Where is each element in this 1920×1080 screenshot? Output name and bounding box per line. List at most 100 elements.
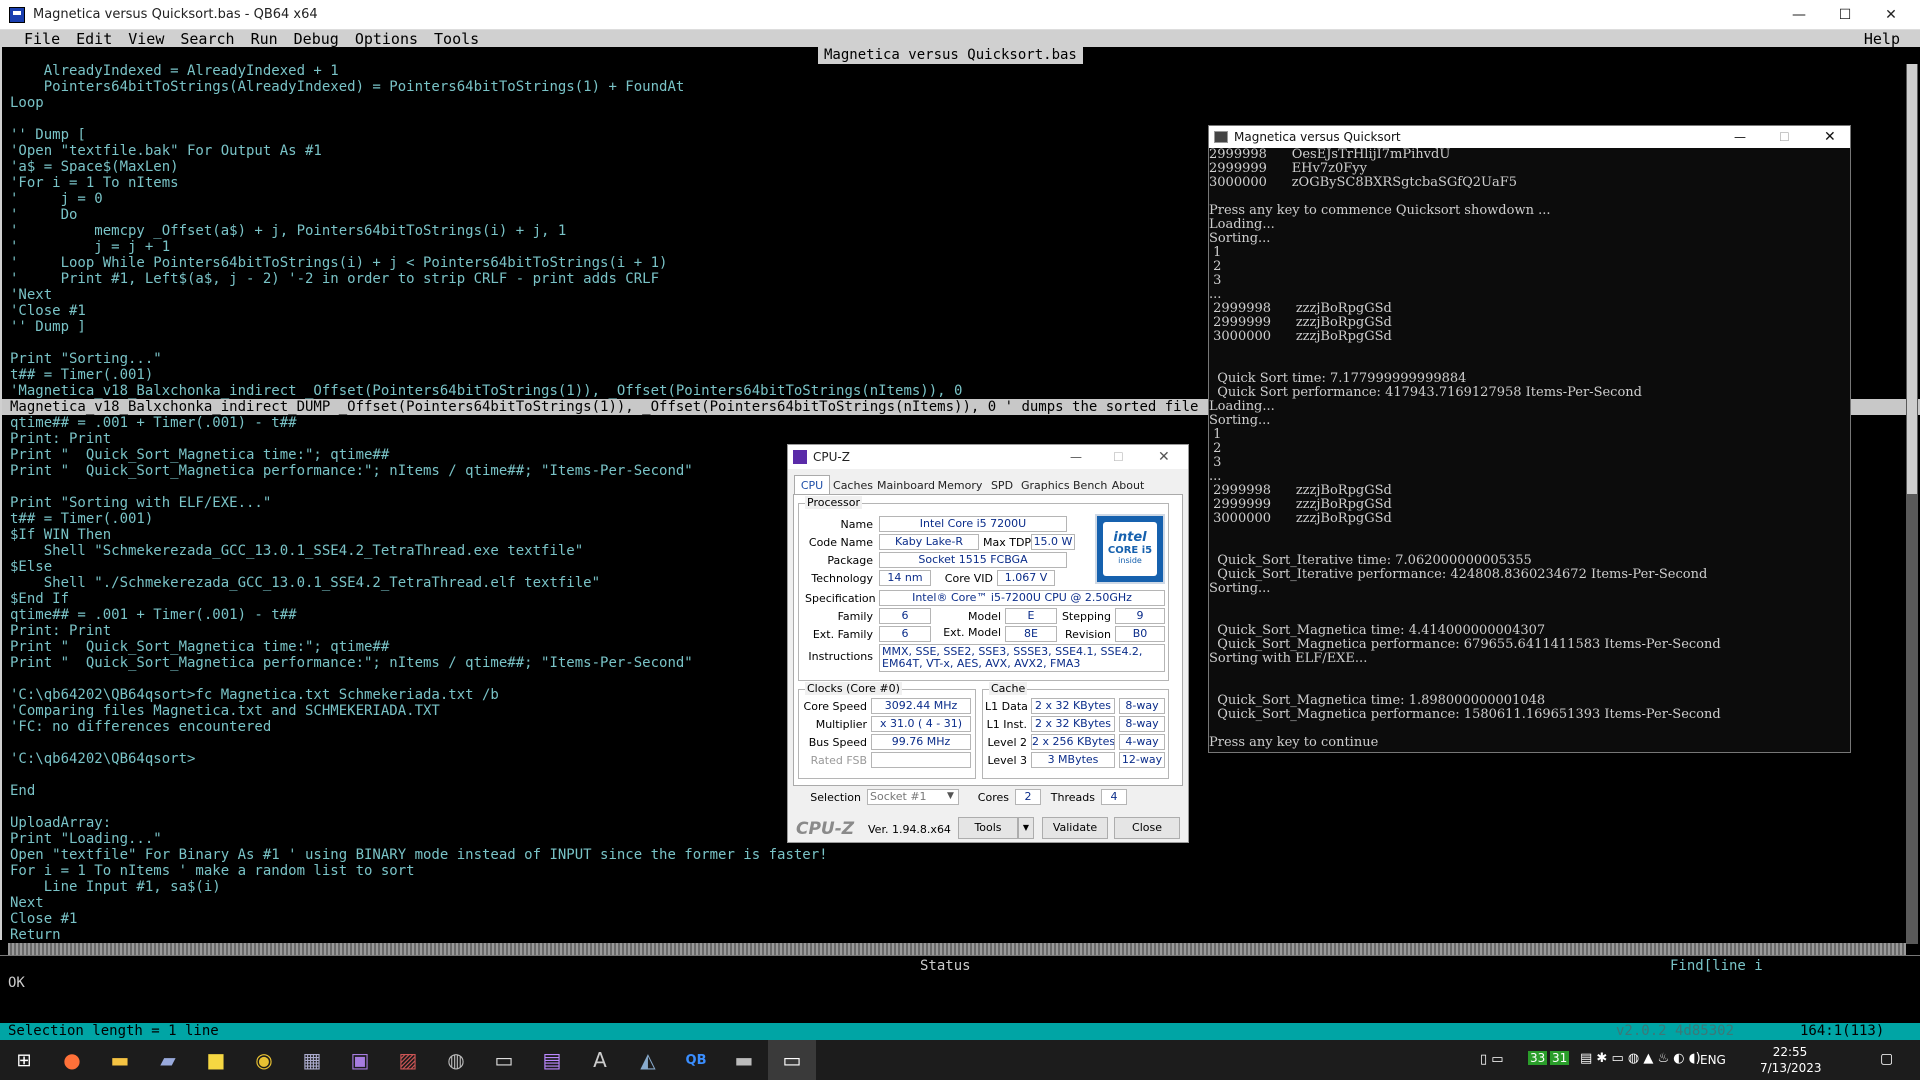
find-field[interactable]: Find[line i	[1670, 958, 1763, 974]
tray-counter-2[interactable]: 31	[1550, 1051, 1570, 1065]
code-line[interactable]: 'Comparing files Magnetica.txt and SCHME…	[10, 703, 440, 719]
code-line[interactable]: ' j = j + 1	[10, 239, 170, 255]
notification-icon[interactable]: ▢	[1880, 1051, 1893, 1067]
code-line[interactable]: 'a$ = Space$(MaxLen)	[10, 159, 179, 175]
menu-tools[interactable]: Tools	[434, 30, 479, 48]
code-line[interactable]: Loop	[10, 95, 44, 111]
code-line[interactable]: ' j = 0	[10, 191, 103, 207]
text-tool-icon[interactable]: A	[576, 1040, 624, 1080]
code-line[interactable]: AlreadyIndexed = AlreadyIndexed + 1	[10, 63, 339, 79]
cpuz-maximize-button[interactable]: ☐	[1113, 450, 1124, 464]
code-line[interactable]: t## = Timer(.001)	[10, 511, 153, 527]
cpuz-close-button[interactable]: ✕	[1158, 449, 1170, 465]
code-line[interactable]: Print " Quick_Sort_Magnetica time:"; qti…	[10, 639, 389, 655]
code-line[interactable]: UploadArray:	[10, 815, 111, 831]
code-line[interactable]: 'Close #1	[10, 303, 86, 319]
notepad-icon[interactable]: ▰	[144, 1040, 192, 1080]
code-line[interactable]: Print "Sorting..."	[10, 351, 162, 367]
code-line[interactable]: $End If	[10, 591, 69, 607]
tray-counter-1[interactable]: 33	[1528, 1051, 1548, 1065]
code-line[interactable]: ' Do	[10, 207, 77, 223]
selection-dropdown[interactable]: Socket #1	[867, 789, 959, 805]
code-line[interactable]: '' Dump ]	[10, 319, 86, 335]
tools-button[interactable]: Tools	[958, 817, 1018, 839]
clock-time[interactable]: 22:55	[1760, 1045, 1820, 1059]
menu-help[interactable]: Help	[1864, 30, 1900, 48]
clock-date[interactable]: 7/13/2023	[1760, 1061, 1822, 1075]
validate-button[interactable]: Validate	[1042, 817, 1108, 839]
menu-run[interactable]: Run	[251, 30, 278, 48]
menu-debug[interactable]: Debug	[294, 30, 339, 48]
code-line[interactable]: Return	[10, 927, 61, 943]
app-icon[interactable]: ▤	[528, 1040, 576, 1080]
code-line[interactable]: 'Magnetica_v18_Balxchonka_indirect _Offs…	[10, 383, 962, 399]
code-line[interactable]: Print "Sorting with ELF/EXE..."	[10, 495, 271, 511]
code-line[interactable]: 'FC: no differences encountered	[10, 719, 271, 735]
file-explorer-icon[interactable]: ▬	[96, 1040, 144, 1080]
code-line[interactable]: Print: Print	[10, 431, 111, 447]
code-line[interactable]: 'C:\qb64202\QB64qsort>fc Magnetica.txt S…	[10, 687, 499, 703]
cpuz-close-btn[interactable]: Close	[1114, 817, 1180, 839]
tab-memory[interactable]: Memory	[936, 475, 984, 495]
code-line[interactable]: Shell "Schmekerezada_GCC_13.0.1_SSE4.2_T…	[10, 543, 583, 559]
cpuz-taskbar-icon[interactable]: ▣	[336, 1040, 384, 1080]
tab-caches[interactable]: Caches	[832, 475, 874, 495]
system-tray-icons[interactable]: ▤ ✱ ▭ ◍ ▲ ♨ ◐ ◖)	[1580, 1051, 1701, 1066]
code-line[interactable]: qtime## = .001 + Timer(.001) - t##	[10, 415, 297, 431]
code-line[interactable]: Print " Quick_Sort_Magnetica time:"; qti…	[10, 447, 389, 463]
menu-file[interactable]: File	[24, 30, 60, 48]
code-line[interactable]: Print " Quick_Sort_Magnetica performance…	[10, 655, 693, 671]
code-line[interactable]: 'C:\qb64202\QB64qsort>	[10, 751, 195, 767]
code-line[interactable]: 'For i = 1 To nItems	[10, 175, 179, 191]
tools-dropdown-icon[interactable]: ▼	[1018, 817, 1034, 839]
qb64-taskbar-icon[interactable]: QB	[672, 1040, 720, 1080]
chevron-down-icon[interactable]: ▼	[947, 791, 954, 801]
console-minimize-button[interactable]: —	[1734, 130, 1746, 144]
browser-icon[interactable]: ◍	[432, 1040, 480, 1080]
firefox-icon[interactable]: ●	[48, 1040, 96, 1080]
console-taskbar-icon[interactable]: ▭	[768, 1040, 816, 1080]
image-viewer-icon[interactable]: ▨	[384, 1040, 432, 1080]
tab-about[interactable]: About	[1110, 475, 1146, 495]
scroll-thumb[interactable]	[1907, 64, 1917, 494]
code-line[interactable]: Pointers64bitToStrings(AlreadyIndexed) =…	[10, 79, 685, 95]
paint-icon[interactable]: ◭	[624, 1040, 672, 1080]
editor-vertical-scrollbar[interactable]	[1906, 64, 1918, 944]
minimize-button[interactable]: —	[1776, 0, 1822, 30]
menu-view[interactable]: View	[128, 30, 164, 48]
sticky-notes-icon[interactable]: ■	[192, 1040, 240, 1080]
tab-spd[interactable]: SPD	[986, 475, 1018, 495]
code-line[interactable]: Print: Print	[10, 623, 111, 639]
code-line[interactable]: $Else	[10, 559, 52, 575]
cpuz-minimize-button[interactable]: —	[1070, 450, 1082, 464]
code-line[interactable]: Open "textfile" For Binary As #1 ' using…	[10, 847, 828, 863]
editor-horizontal-scrollbar[interactable]	[8, 943, 1906, 955]
code-line[interactable]: 'Open "textfile.bak" For Output As #1	[10, 143, 322, 159]
code-line[interactable]: ' memcpy _Offset(a$) + j, Pointers64bitT…	[10, 223, 566, 239]
code-line[interactable]: qtime## = .001 + Timer(.001) - t##	[10, 607, 297, 623]
tab-bench[interactable]: Bench	[1072, 475, 1108, 495]
close-button[interactable]: ✕	[1868, 0, 1914, 30]
scanner-icon[interactable]: ▬	[720, 1040, 768, 1080]
tray-icons[interactable]: ▯ ▭	[1480, 1052, 1504, 1067]
menu-edit[interactable]: Edit	[76, 30, 112, 48]
calculator-icon[interactable]: ▦	[288, 1040, 336, 1080]
code-line[interactable]: ' Loop While Pointers64bitToStrings(i) +…	[10, 255, 667, 271]
code-line[interactable]: Shell "./Schmekerezada_GCC_13.0.1_SSE4.2…	[10, 575, 600, 591]
code-line[interactable]: 'Next	[10, 287, 52, 303]
console-window[interactable]: Magnetica versus Quicksort — ☐ ✕ 2999998…	[1208, 125, 1851, 753]
code-line[interactable]: Line Input #1, sa$(i)	[10, 879, 221, 895]
windows-start-icon[interactable]: ⊞	[0, 1040, 48, 1080]
tab-graphics[interactable]: Graphics	[1020, 475, 1070, 495]
menu-options[interactable]: Options	[355, 30, 418, 48]
code-line[interactable]: Print " Quick_Sort_Magnetica performance…	[10, 463, 693, 479]
cpuz-window[interactable]: CPU-Z — ☐ ✕ CPU Caches Mainboard Memory …	[787, 444, 1189, 843]
code-line[interactable]: t## = Timer(.001)	[10, 367, 153, 383]
menu-search[interactable]: Search	[180, 30, 234, 48]
terminal-icon[interactable]: ▭	[480, 1040, 528, 1080]
console-close-button[interactable]: ✕	[1824, 129, 1836, 145]
code-line[interactable]: Close #1	[10, 911, 77, 927]
tab-mainboard[interactable]: Mainboard	[876, 475, 935, 495]
code-line[interactable]: End	[10, 783, 35, 799]
cpu-monitor-icon[interactable]: ◉	[240, 1040, 288, 1080]
